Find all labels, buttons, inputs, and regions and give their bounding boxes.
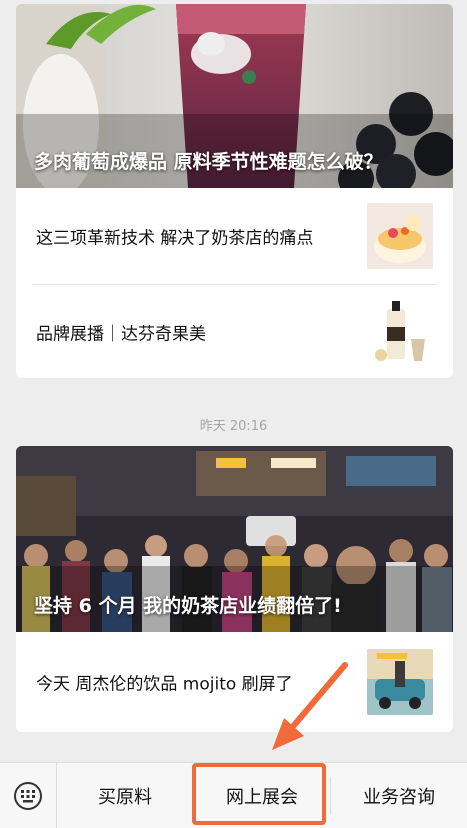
article-card-2: 坚持 6 个月 我的奶茶店业绩翻倍了! 今天 周杰伦的饮品 mojito 刷屏了 bbox=[16, 446, 453, 732]
thumbnail-mojito-album bbox=[367, 649, 433, 715]
highlight-box bbox=[192, 763, 326, 825]
menu-label: 业务咨询 bbox=[363, 786, 435, 808]
keyboard-toggle[interactable] bbox=[0, 763, 57, 828]
hero-article-2[interactable]: 坚持 6 个月 我的奶茶店业绩翻倍了! bbox=[16, 446, 453, 632]
list-item[interactable]: 品牌展播｜达芬奇果美 bbox=[16, 284, 453, 378]
article-card-1: 多肉葡萄成爆品 原料季节性难题怎么破？ 这三项革新技术 解决了奶茶店的痛点 品牌… bbox=[16, 4, 453, 378]
hero-article-1[interactable]: 多肉葡萄成爆品 原料季节性难题怎么破？ bbox=[16, 4, 453, 188]
keyboard-icon bbox=[14, 781, 42, 810]
thumbnail-syrup-bottle bbox=[367, 299, 433, 365]
menu-buy-materials[interactable]: 买原料 bbox=[57, 763, 193, 828]
hero-title: 多肉葡萄成爆品 原料季节性难题怎么破？ bbox=[34, 151, 383, 173]
hero-title: 坚持 6 个月 我的奶茶店业绩翻倍了! bbox=[34, 595, 342, 617]
menu-label: 买原料 bbox=[98, 786, 152, 808]
thumbnail-dessert bbox=[367, 203, 433, 269]
article-title: 品牌展播｜达芬奇果美 bbox=[36, 324, 206, 345]
timestamp: 昨天 20:16 bbox=[199, 419, 268, 434]
list-item[interactable]: 今天 周杰伦的饮品 mojito 刷屏了 bbox=[16, 632, 453, 732]
article-title: 这三项革新技术 解决了奶茶店的痛点 bbox=[36, 228, 314, 249]
article-title: 今天 周杰伦的饮品 mojito 刷屏了 bbox=[36, 674, 293, 695]
menu-business-consult[interactable]: 业务咨询 bbox=[331, 763, 467, 828]
list-item[interactable]: 这三项革新技术 解决了奶茶店的痛点 bbox=[16, 188, 453, 284]
